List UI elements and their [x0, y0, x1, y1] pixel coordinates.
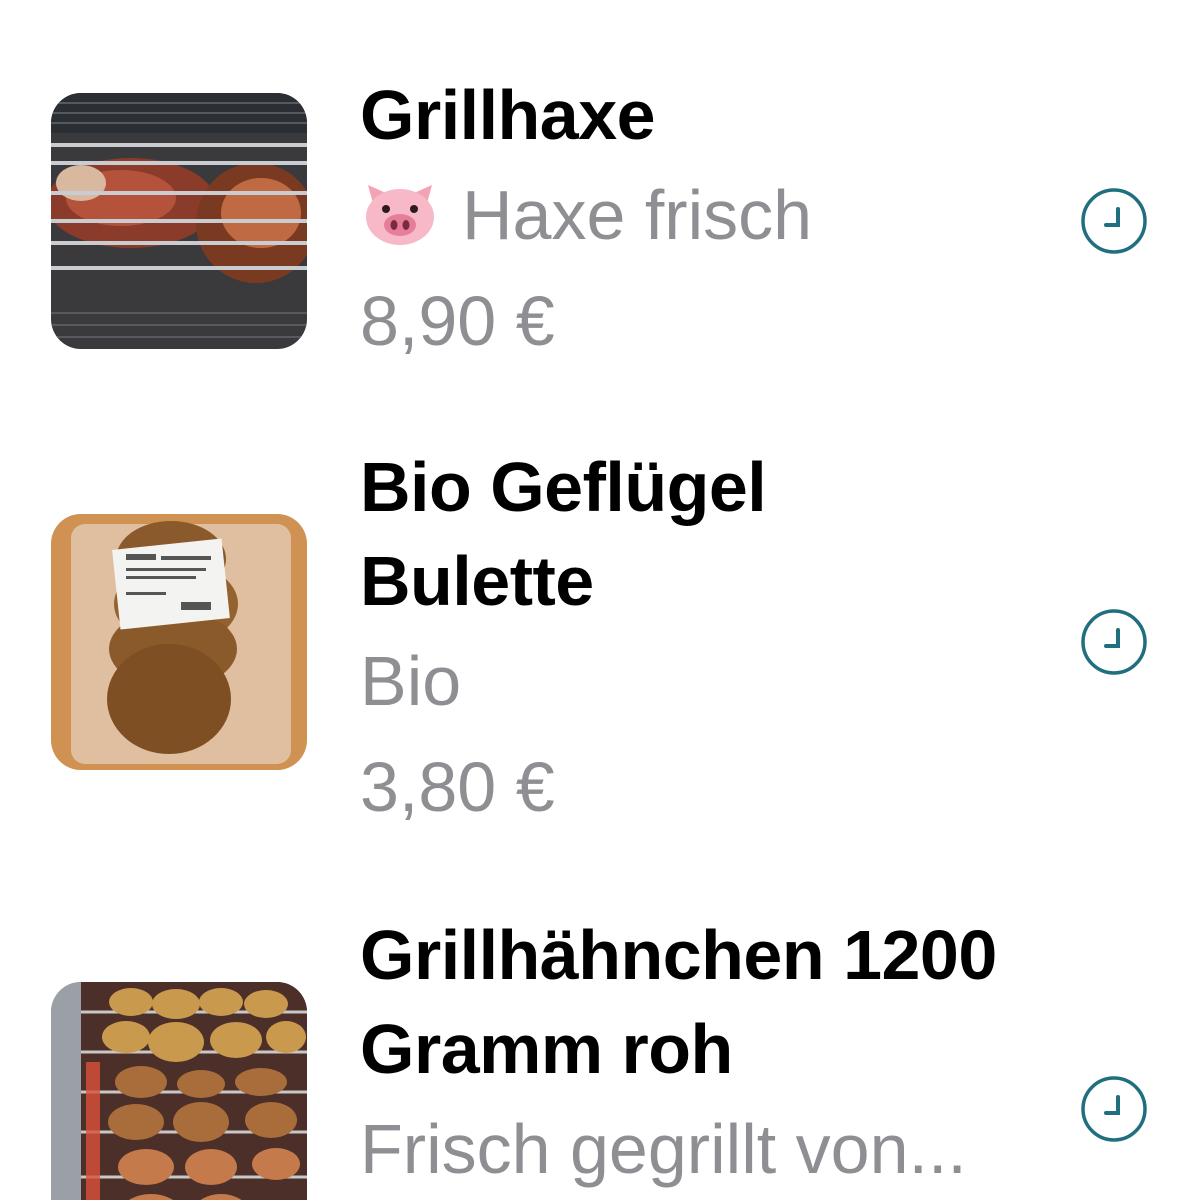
clock-icon[interactable]: [1080, 187, 1148, 255]
product-title: Grillhaxe: [360, 76, 656, 154]
product-item[interactable]: Grillhaxe Haxe frisch 8,90 €: [0, 0, 1200, 400]
product-item[interactable]: Bio Geflügel Bulette Bio 3,80 €: [0, 400, 1200, 870]
clock-icon[interactable]: [1080, 1075, 1148, 1143]
product-list: Grillhaxe Haxe frisch 8,90 € Bio Geflüge…: [0, 0, 1200, 1200]
product-subtitle: Frisch gegrillt von...: [360, 1110, 967, 1188]
product-price: 3,80 €: [360, 748, 555, 826]
product-title: Bio Geflügel Bulette: [360, 448, 767, 620]
pig-face-emoji: [360, 170, 440, 245]
clock-icon[interactable]: [1080, 608, 1148, 676]
product-image-grillhaehnchen: [51, 982, 307, 1200]
product-subtitle: Haxe frisch: [360, 162, 1040, 268]
product-title: Grillhähnchen 1200 Gramm roh: [360, 916, 997, 1088]
product-price: 8,90 €: [360, 282, 555, 360]
product-item[interactable]: Grillhähnchen 1200 Gramm roh Frisch gegr…: [0, 870, 1200, 1200]
product-subtitle: Bio: [360, 642, 462, 720]
product-image-grillhaxe: [51, 93, 307, 349]
product-subtitle-text: Haxe frisch: [462, 176, 813, 254]
product-image-bio-gefluegel-bulette: [51, 514, 307, 770]
